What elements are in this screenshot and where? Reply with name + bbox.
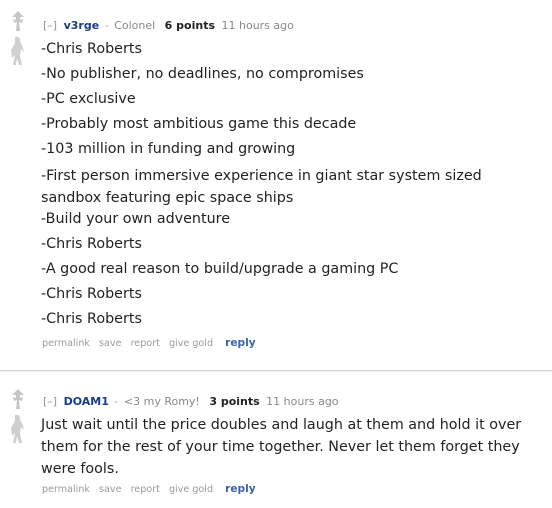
collapse-toggle[interactable]: [–] bbox=[43, 19, 57, 32]
tagline-separator: - bbox=[104, 19, 109, 32]
comment-line: -Chris Roberts bbox=[41, 311, 142, 327]
comment-divider bbox=[0, 370, 552, 371]
comment-line: -Chris Roberts bbox=[41, 286, 142, 302]
comment-line: -PC exclusive bbox=[41, 91, 136, 107]
comment-line: -No publisher, no deadlines, no compromi… bbox=[41, 66, 364, 82]
comment-v3rge: [–] v3rge - Colonel 6 points 11 hours ag… bbox=[0, 0, 552, 362]
give-gold-link[interactable]: give gold bbox=[169, 484, 213, 495]
upvote-arrow-icon[interactable] bbox=[9, 388, 27, 410]
comment-time: 11 hours ago bbox=[221, 19, 294, 32]
comment-author[interactable]: DOAM1 bbox=[64, 395, 109, 408]
save-link[interactable]: save bbox=[99, 484, 121, 495]
comment-score: 3 points bbox=[209, 395, 260, 408]
comment-tagline: [–] DOAM1 - <3 my Romy! 3 points 11 hour… bbox=[43, 395, 339, 409]
comment-author[interactable]: v3rge bbox=[64, 19, 100, 32]
comment-body: -Chris Roberts -No publisher, no deadlin… bbox=[41, 40, 544, 335]
author-flair: <3 my Romy! bbox=[123, 395, 200, 408]
comment-score: 6 points bbox=[164, 19, 215, 32]
comment-time: 11 hours ago bbox=[266, 395, 339, 408]
author-flair: Colonel bbox=[114, 19, 156, 32]
downvote-arrow-icon[interactable] bbox=[9, 414, 27, 444]
comment-line: -103 million in funding and growing bbox=[41, 141, 296, 157]
comment-body: Just wait until the price doubles and la… bbox=[41, 414, 544, 480]
downvote-arrow-icon[interactable] bbox=[9, 36, 27, 66]
comment-line: -Build your own adventure bbox=[41, 211, 231, 227]
permalink-link[interactable]: permalink bbox=[42, 484, 90, 495]
vote-column bbox=[9, 10, 27, 70]
reply-link[interactable]: reply bbox=[225, 483, 256, 495]
vote-column bbox=[9, 388, 27, 448]
tagline-separator: - bbox=[114, 395, 119, 408]
reply-link[interactable]: reply bbox=[225, 337, 256, 349]
comment-line: -Probably most ambitious game this decad… bbox=[41, 116, 357, 132]
comment-text: Just wait until the price doubles and la… bbox=[41, 417, 522, 477]
comment-line: -A good real reason to build/upgrade a g… bbox=[41, 261, 399, 277]
collapse-toggle[interactable]: [–] bbox=[43, 395, 57, 408]
comment-tagline: [–] v3rge - Colonel 6 points 11 hours ag… bbox=[43, 19, 294, 33]
save-link[interactable]: save bbox=[99, 338, 121, 349]
comment-line: -Chris Roberts bbox=[41, 41, 142, 57]
comment-doam1: [–] DOAM1 - <3 my Romy! 3 points 11 hour… bbox=[0, 378, 552, 508]
comment-buttons: permalink save report give gold reply bbox=[42, 483, 262, 496]
upvote-arrow-icon[interactable] bbox=[9, 10, 27, 32]
report-link[interactable]: report bbox=[131, 484, 160, 495]
comment-buttons: permalink save report give gold reply bbox=[42, 337, 262, 350]
comment-line: -First person immersive experience in gi… bbox=[41, 168, 482, 206]
permalink-link[interactable]: permalink bbox=[42, 338, 90, 349]
give-gold-link[interactable]: give gold bbox=[169, 338, 213, 349]
report-link[interactable]: report bbox=[131, 338, 160, 349]
comment-line: -Chris Roberts bbox=[41, 236, 142, 252]
